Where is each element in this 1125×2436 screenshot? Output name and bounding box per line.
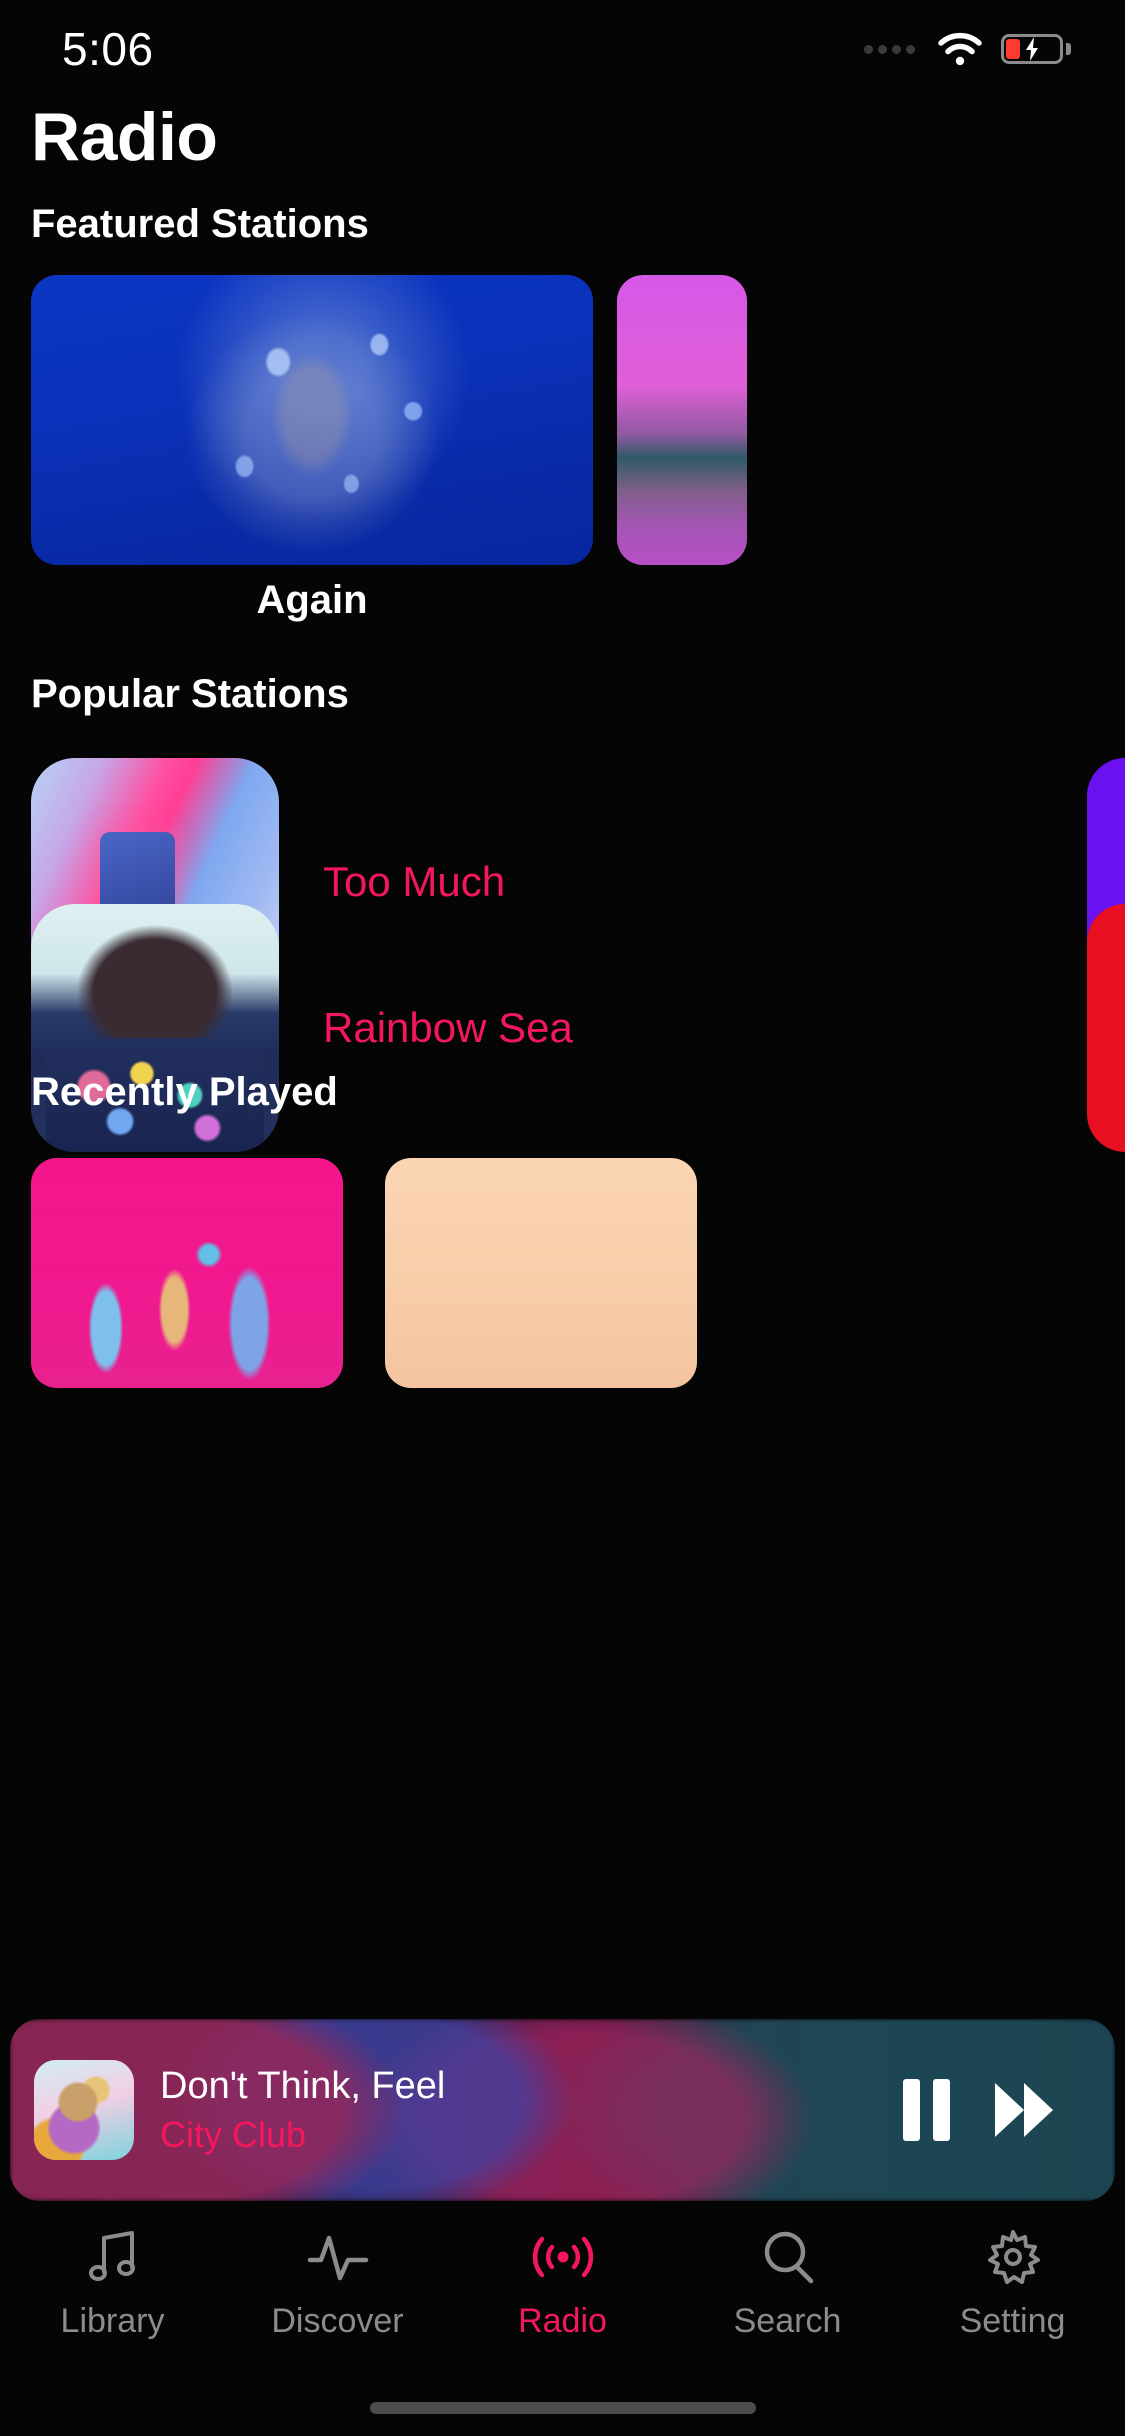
search-icon — [759, 2226, 817, 2288]
tab-radio[interactable]: Radio — [468, 2226, 658, 2341]
tab-label: Setting — [959, 2302, 1066, 2340]
tab-label: Library — [60, 2302, 165, 2340]
tab-label: Radio — [518, 2302, 607, 2340]
page-title: Radio — [31, 99, 218, 175]
app-screen: 5:06 Radio Featured Stations Again Popul… — [0, 0, 1125, 2436]
music-note-icon — [84, 2226, 142, 2288]
featured-card-next[interactable] — [617, 275, 747, 565]
featured-card-title: Again — [256, 578, 368, 622]
broadcast-icon — [530, 2226, 596, 2288]
recently-played-carousel[interactable] — [0, 1158, 1125, 1388]
peach-gradient-artwork — [385, 1158, 697, 1388]
mini-player-meta: Don't Think, Feel City Club — [160, 2065, 445, 2156]
tab-bar[interactable]: Library Discover Radio Search Setting — [0, 2216, 1125, 2376]
station-title: Rainbow Sea — [323, 1004, 573, 1051]
tab-library[interactable]: Library — [18, 2226, 208, 2341]
featured-carousel[interactable] — [0, 275, 1125, 565]
blue-portrait-artwork — [31, 275, 593, 565]
status-icons — [864, 32, 1071, 66]
status-bar: 5:06 — [0, 0, 1125, 98]
tab-search[interactable]: Search — [693, 2226, 883, 2341]
status-time: 5:06 — [62, 23, 154, 75]
station-title: Too Much — [323, 858, 506, 905]
pulse-wave-icon — [307, 2226, 369, 2288]
tab-label: Search — [733, 2302, 842, 2340]
mini-player-controls[interactable] — [903, 2079, 1055, 2141]
recent-section-heading: Recently Played — [31, 1070, 338, 1114]
liquid-metal-pink-artwork — [31, 1158, 343, 1388]
mini-player-artwork[interactable] — [34, 2060, 134, 2160]
pause-button[interactable] — [903, 2079, 951, 2141]
signal-dots-icon — [864, 44, 915, 54]
recent-card[interactable] — [385, 1158, 697, 1388]
abstract-object-artwork — [34, 2060, 134, 2160]
gear-icon — [984, 2226, 1042, 2288]
now-playing-title: Don't Think, Feel — [160, 2064, 446, 2107]
featured-card[interactable] — [31, 275, 593, 565]
battery-charging-icon — [1001, 34, 1071, 64]
popular-section-heading: Popular Stations — [31, 672, 349, 716]
next-track-button[interactable] — [993, 2081, 1055, 2139]
sunset-landscape-artwork — [617, 275, 747, 565]
mini-player[interactable]: Don't Think, Feel City Club — [10, 2019, 1115, 2201]
now-playing-artist: City Club — [160, 2113, 307, 2155]
tab-setting[interactable]: Setting — [918, 2226, 1108, 2341]
featured-section-heading: Featured Stations — [31, 202, 369, 246]
recent-card[interactable] — [31, 1158, 343, 1388]
home-indicator — [369, 2402, 756, 2414]
tab-label: Discover — [271, 2302, 404, 2340]
wifi-icon — [937, 32, 983, 66]
tab-discover[interactable]: Discover — [243, 2226, 433, 2341]
station-thumbnail-peek[interactable] — [1087, 904, 1125, 1152]
